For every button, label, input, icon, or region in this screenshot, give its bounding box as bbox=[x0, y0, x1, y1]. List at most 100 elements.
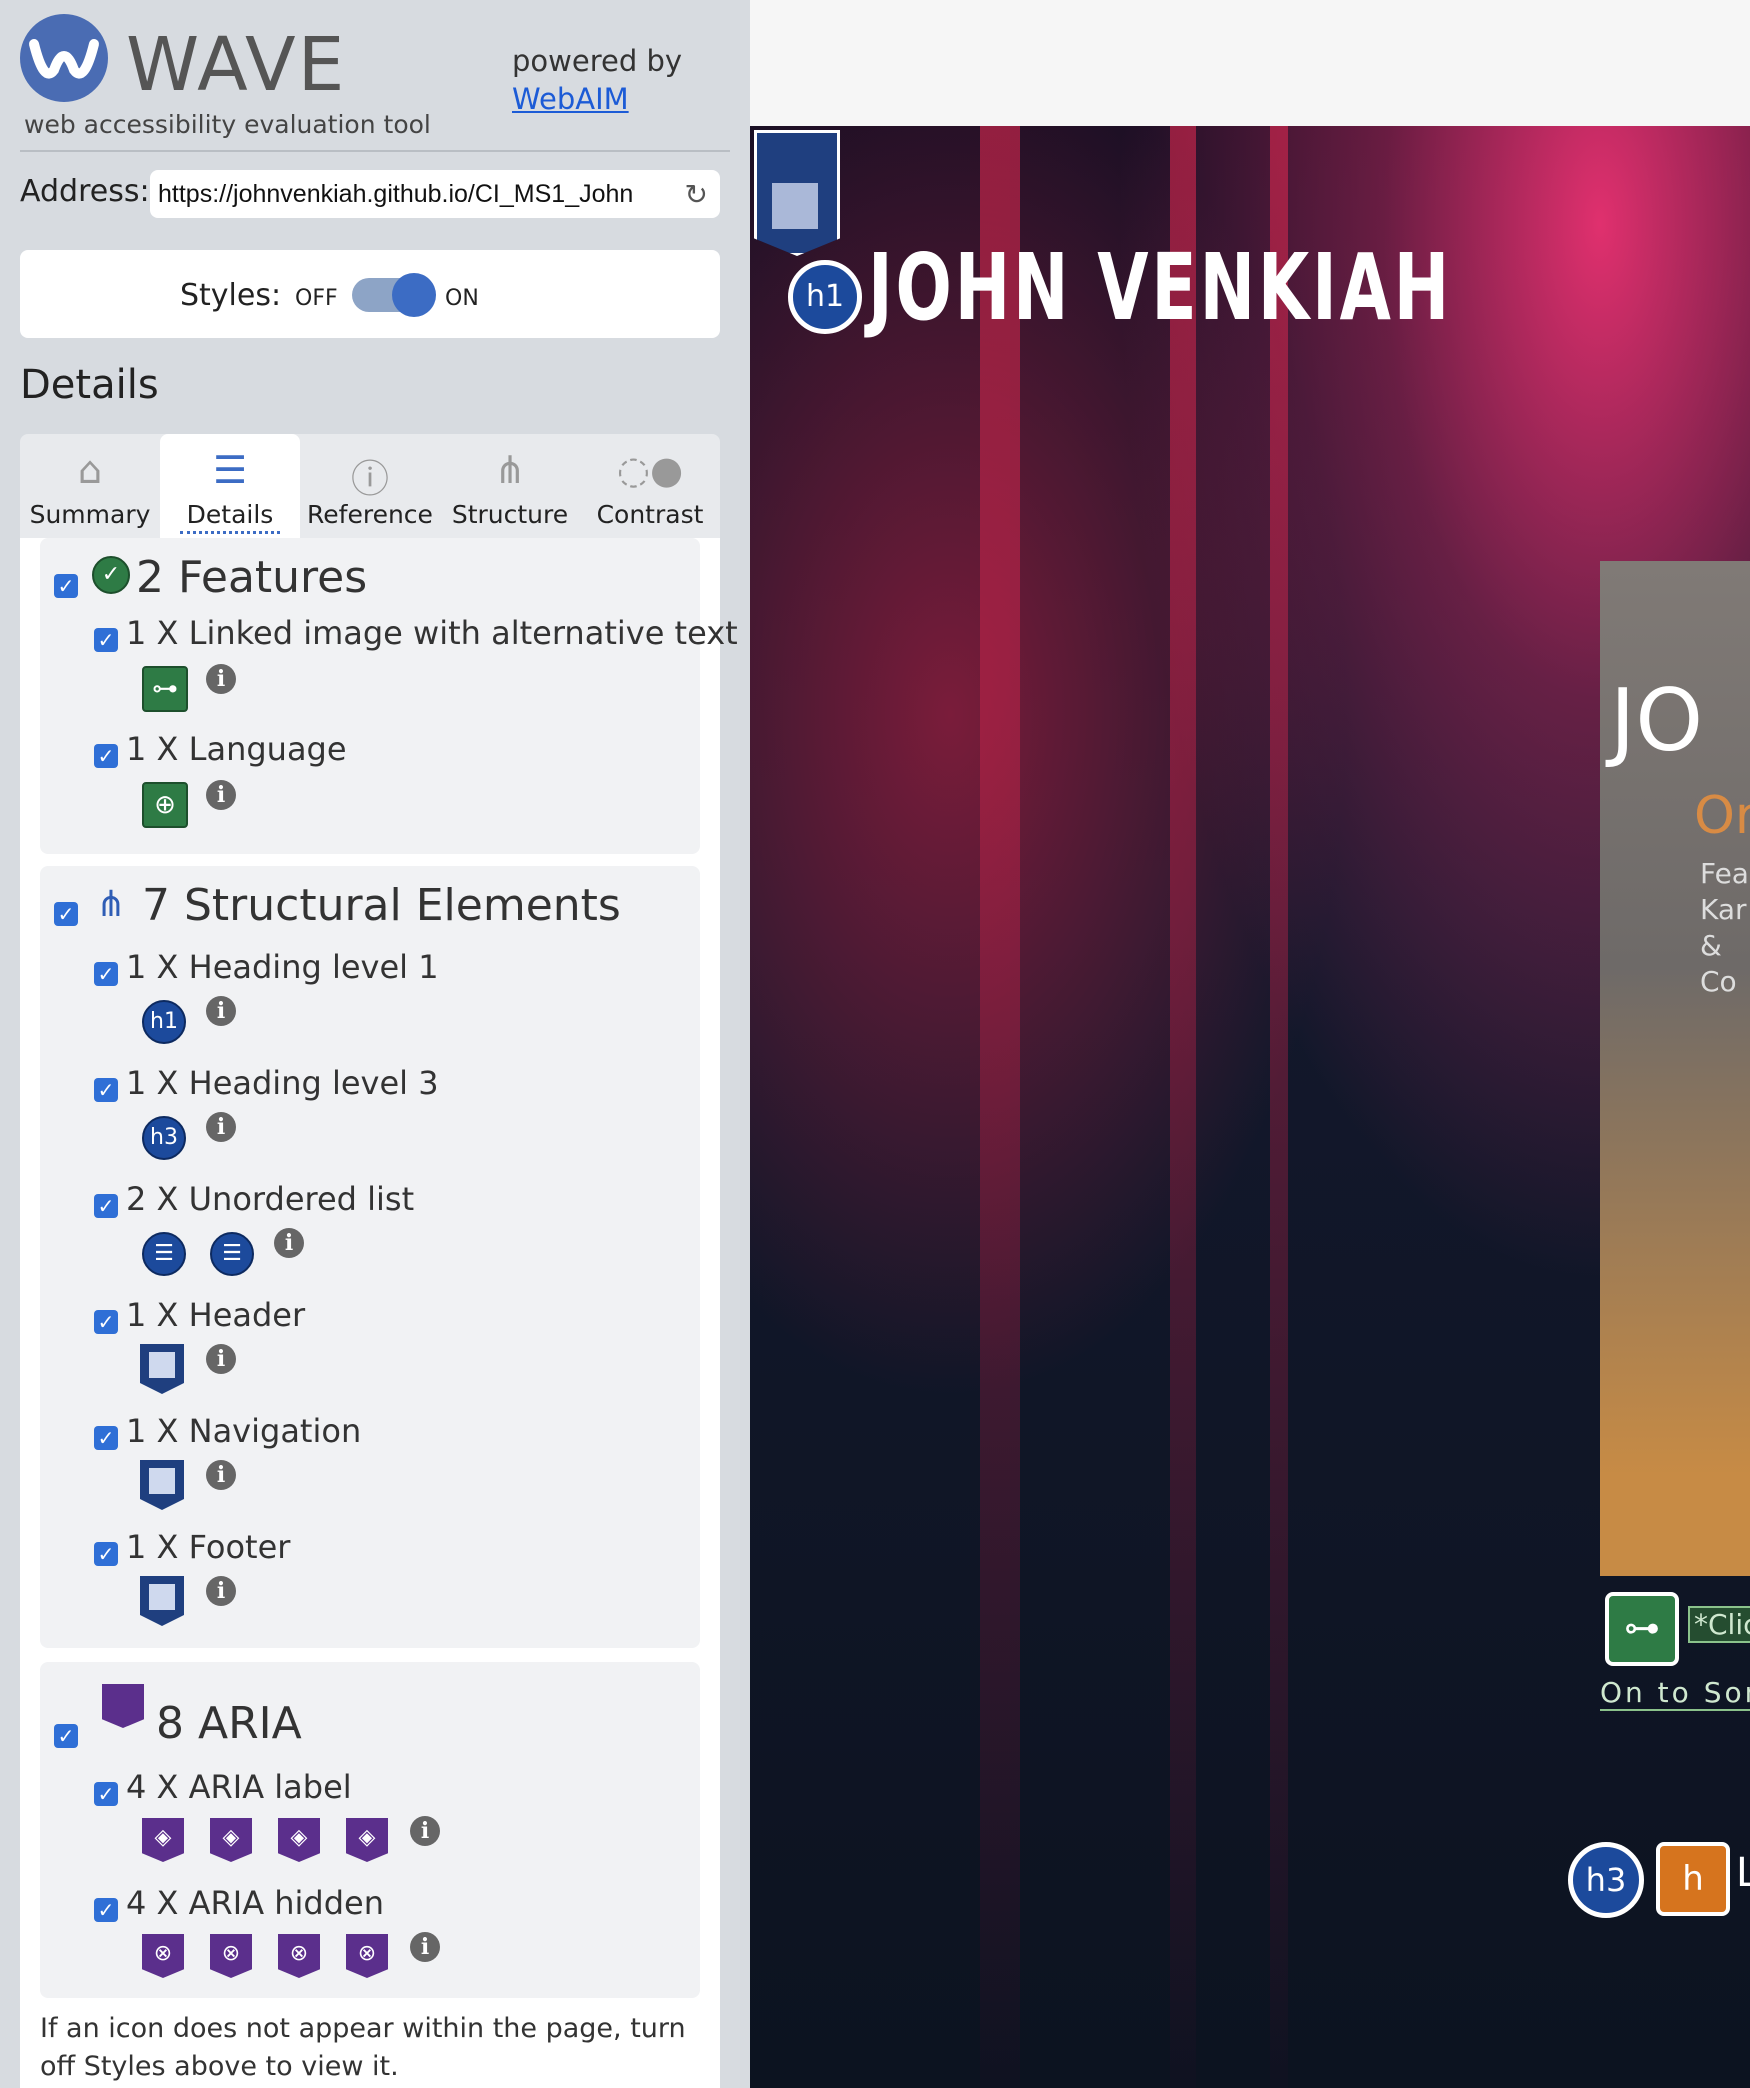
onto-link[interactable]: On to Som bbox=[1600, 1676, 1750, 1711]
header-label: 1 X Header bbox=[126, 1296, 306, 1334]
aria-group: ✓ 8 ARIA ✓ 4 X ARIA label ◈ ◈ ◈ ◈ i ✓ 4 … bbox=[40, 1662, 700, 1998]
tab-contrast[interactable]: ◌● Contrast bbox=[580, 434, 720, 538]
header-checkbox[interactable]: ✓ bbox=[94, 1310, 118, 1334]
heading3-icon[interactable]: h3 bbox=[142, 1116, 186, 1160]
navigation-icon[interactable] bbox=[140, 1460, 184, 1510]
footer-info-icon[interactable]: i bbox=[206, 1576, 236, 1606]
contrast-icon: ◌● bbox=[616, 448, 684, 492]
webaim-link[interactable]: WebAIM bbox=[512, 82, 629, 116]
unordered-list-icon[interactable]: ☰ bbox=[210, 1232, 254, 1276]
heading3-label: 1 X Heading level 3 bbox=[126, 1064, 439, 1102]
aria-hidden-label: 4 X ARIA hidden bbox=[126, 1884, 385, 1922]
site-title: JOHN VENKIAH bbox=[868, 234, 1453, 341]
aria-icon bbox=[102, 1684, 144, 1728]
header-icon[interactable] bbox=[754, 130, 840, 256]
styles-on-label: ON bbox=[445, 286, 479, 311]
aria-title: 8 ARIA bbox=[156, 1698, 302, 1749]
linked-image-info-icon[interactable]: i bbox=[206, 664, 236, 694]
card-line: Fea bbox=[1700, 857, 1749, 890]
wave-logo-text: WAVE bbox=[126, 22, 347, 108]
styles-toggle-knob[interactable] bbox=[392, 273, 436, 317]
linked-image-alt-text[interactable]: *Clic bbox=[1688, 1606, 1750, 1643]
structure-icon: ⋔ bbox=[96, 884, 127, 925]
address-field[interactable]: https://johnvenkiah.github.io/CI_MS1_Joh… bbox=[150, 170, 720, 218]
styles-toggle[interactable] bbox=[352, 273, 436, 317]
card-line: & Co bbox=[1700, 929, 1737, 998]
linked-image-icon[interactable]: ⊶ bbox=[1605, 1592, 1679, 1666]
footer-checkbox[interactable]: ✓ bbox=[94, 1542, 118, 1566]
structure-title: 7 Structural Elements bbox=[142, 880, 621, 931]
unordered-list-info-icon[interactable]: i bbox=[274, 1228, 304, 1258]
language-label: 1 X Language bbox=[126, 730, 347, 768]
wave-logo-subtitle: web accessibility evaluation tool bbox=[24, 110, 431, 139]
styles-label: Styles: bbox=[180, 278, 282, 313]
aria-label-icon[interactable]: ◈ bbox=[278, 1818, 320, 1862]
unordered-list-checkbox[interactable]: ✓ bbox=[94, 1194, 118, 1218]
unordered-list-icon[interactable]: ☰ bbox=[142, 1232, 186, 1276]
header-icon[interactable] bbox=[140, 1344, 184, 1394]
structure-group: ✓ ⋔ 7 Structural Elements ✓ 1 X Heading … bbox=[40, 866, 700, 1648]
tab-structure-label: Structure bbox=[451, 500, 569, 529]
tab-contrast-label: Contrast bbox=[596, 500, 704, 529]
heading-text-fragment: L bbox=[1736, 1850, 1750, 1896]
aria-label-icon[interactable]: ◈ bbox=[142, 1818, 184, 1862]
footer-icon[interactable] bbox=[140, 1576, 184, 1626]
card-line: Kar bbox=[1700, 893, 1747, 926]
aria-hidden-icon[interactable]: ⊗ bbox=[210, 1934, 252, 1978]
aria-hidden-icon[interactable]: ⊗ bbox=[142, 1934, 184, 1978]
tab-summary-label: Summary bbox=[29, 500, 151, 529]
linked-image-label: 1 X Linked image with alternative text bbox=[126, 614, 738, 652]
aria-hidden-checkbox[interactable]: ✓ bbox=[94, 1898, 118, 1922]
navigation-info-icon[interactable]: i bbox=[206, 1460, 236, 1490]
navigation-checkbox[interactable]: ✓ bbox=[94, 1426, 118, 1450]
h3-badge[interactable]: h3 bbox=[1568, 1842, 1644, 1918]
reload-icon[interactable]: ↻ bbox=[685, 178, 708, 211]
heading1-info-icon[interactable]: i bbox=[206, 996, 236, 1026]
aria-label-label: 4 X ARIA label bbox=[126, 1768, 352, 1806]
aria-hidden-icon[interactable]: ⊗ bbox=[278, 1934, 320, 1978]
language-info-icon[interactable]: i bbox=[206, 780, 236, 810]
linked-image-icon[interactable]: ⊶ bbox=[142, 666, 188, 712]
language-icon[interactable]: ⊕ bbox=[142, 782, 188, 828]
light-stripe bbox=[1170, 126, 1196, 2088]
styles-note: If an icon does not appear within the pa… bbox=[40, 2013, 686, 2082]
alert-icon[interactable]: h bbox=[1656, 1842, 1730, 1916]
structure-checkbox[interactable]: ✓ bbox=[54, 902, 78, 926]
tab-bar: ⌂ Summary ☰ Details ⓘ Reference ⋔ Struct… bbox=[20, 434, 720, 538]
address-label: Address: bbox=[20, 174, 150, 209]
heading3-info-icon[interactable]: i bbox=[206, 1112, 236, 1142]
aria-label-icon[interactable]: ◈ bbox=[346, 1818, 388, 1862]
light-stripe bbox=[1270, 126, 1288, 2088]
footer-label: 1 X Footer bbox=[126, 1528, 291, 1566]
aria-label-info-icon[interactable]: i bbox=[410, 1816, 440, 1846]
aria-label-checkbox[interactable]: ✓ bbox=[94, 1782, 118, 1806]
heading3-checkbox[interactable]: ✓ bbox=[94, 1078, 118, 1102]
linked-image-checkbox[interactable]: ✓ bbox=[94, 628, 118, 652]
aria-label-icon[interactable]: ◈ bbox=[210, 1818, 252, 1862]
wave-logo-icon bbox=[20, 14, 108, 102]
navigation-label: 1 X Navigation bbox=[126, 1412, 362, 1450]
language-checkbox[interactable]: ✓ bbox=[94, 744, 118, 768]
tab-structure[interactable]: ⋔ Structure bbox=[440, 434, 580, 538]
page-viewport: h1 JOHN VENKIAH JO Or Fea Kar & Co ⊶ *Cl… bbox=[750, 126, 1750, 2088]
check-circle-icon: ✓ bbox=[92, 556, 130, 594]
aria-hidden-info-icon[interactable]: i bbox=[410, 1932, 440, 1962]
h1-badge[interactable]: h1 bbox=[788, 260, 862, 334]
powered-by: powered by WebAIM bbox=[512, 42, 682, 118]
details-heading: Details bbox=[20, 362, 159, 408]
tab-reference-label: Reference bbox=[307, 500, 433, 529]
info-icon: ⓘ bbox=[350, 457, 389, 501]
tab-summary[interactable]: ⌂ Summary bbox=[20, 434, 160, 538]
header-info-icon[interactable]: i bbox=[206, 1344, 236, 1374]
heading1-icon[interactable]: h1 bbox=[142, 1000, 186, 1044]
tab-reference[interactable]: ⓘ Reference bbox=[300, 434, 440, 538]
unordered-list-label: 2 X Unordered list bbox=[126, 1180, 415, 1218]
powered-by-label: powered by bbox=[512, 44, 683, 78]
heading1-checkbox[interactable]: ✓ bbox=[94, 962, 118, 986]
details-panel: ✓ ✓ 2 Features ✓ 1 X Linked image with a… bbox=[20, 538, 738, 2088]
aria-checkbox[interactable]: ✓ bbox=[54, 1724, 78, 1748]
address-value[interactable]: https://johnvenkiah.github.io/CI_MS1_Joh… bbox=[158, 180, 668, 209]
features-checkbox[interactable]: ✓ bbox=[54, 574, 78, 598]
tab-details[interactable]: ☰ Details bbox=[160, 434, 300, 538]
aria-hidden-icon[interactable]: ⊗ bbox=[346, 1934, 388, 1978]
